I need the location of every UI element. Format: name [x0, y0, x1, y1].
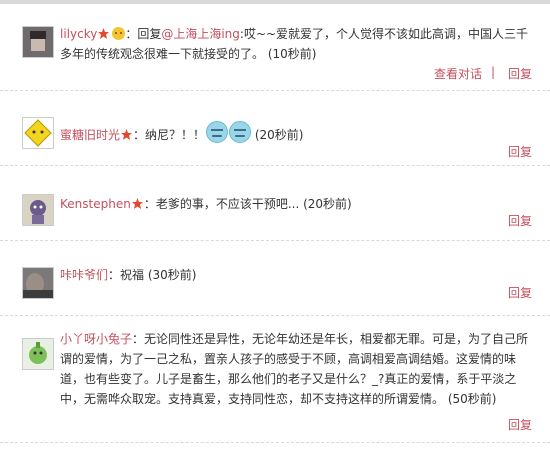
username-link[interactable]: lilycky: [60, 27, 97, 41]
comment-prefix: ：回复: [125, 27, 162, 41]
view-conversation-link[interactable]: 查看对话: [434, 65, 482, 82]
smiley-icon: [112, 27, 126, 40]
vip-badge-icon: [98, 28, 110, 39]
avatar[interactable]: [22, 194, 54, 226]
reply-link[interactable]: 回复: [508, 284, 532, 301]
reply-link[interactable]: 回复: [508, 143, 532, 160]
comment-item: 小丫呀小兔子：无论同性还是异性，无论年幼还是年长，相爱都无罪。可是，为了自己所谓…: [0, 316, 550, 443]
username-link[interactable]: 蜜糖旧时光: [60, 128, 120, 142]
comment-item: 蜜糖旧时光 ：纳尼？！！ (20秒前) 回复: [0, 91, 550, 166]
avatar[interactable]: [22, 26, 54, 58]
comment-content: Kenstephen ：老爹的事，不应该干预吧... (20秒前): [60, 194, 532, 214]
reply-link[interactable]: 回复: [508, 65, 532, 82]
username-link[interactable]: Kenstephen: [60, 197, 131, 211]
sleepy-emoji-icon: [206, 121, 229, 143]
timestamp: (50秒前): [447, 392, 497, 406]
username-link[interactable]: 小丫呀小兔子: [60, 332, 132, 346]
comment-content: 蜜糖旧时光 ：纳尼？！！ (20秒前): [60, 121, 532, 145]
comment-text: ：老爹的事，不应该干预吧...: [143, 197, 300, 211]
reply-link[interactable]: 回复: [508, 416, 532, 433]
avatar[interactable]: [22, 338, 54, 370]
comment-text: ：祝福: [108, 268, 145, 282]
link-separator: |: [491, 65, 496, 79]
comment-content: 小丫呀小兔子：无论同性还是异性，无论年幼还是年长，相爱都无罪。可是，为了自己所谓…: [60, 329, 532, 409]
avatar[interactable]: [22, 267, 54, 299]
timestamp: (30秒前): [147, 268, 197, 282]
comment-content: lilycky ：回复@上海上海ing:哎~~爱就爱了，个人觉得不该如此高调，中国…: [60, 24, 532, 64]
timestamp: (20秒前): [303, 197, 352, 211]
mention-link[interactable]: @上海上海ing: [161, 27, 240, 41]
sleepy-emoji-icon: [229, 121, 252, 143]
comment-text: ：纳尼？！！: [133, 128, 206, 142]
vip-badge-icon: [121, 129, 133, 140]
comment-item: 咔咔爷们：祝福 (30秒前) 回复: [0, 241, 550, 316]
top-border: [0, 0, 550, 4]
vip-badge-icon: [131, 198, 143, 209]
timestamp: (10秒前): [267, 47, 317, 61]
timestamp: (20秒前): [254, 128, 304, 142]
avatar[interactable]: [22, 117, 54, 149]
comment-item: Kenstephen ：老爹的事，不应该干预吧... (20秒前) 回复: [0, 166, 550, 241]
comment-item: lilycky ：回复@上海上海ing:哎~~爱就爱了，个人觉得不该如此高调，中国…: [0, 6, 550, 91]
comment-content: 咔咔爷们：祝福 (30秒前): [60, 265, 532, 285]
reply-link[interactable]: 回复: [508, 212, 532, 229]
username-link[interactable]: 咔咔爷们: [60, 268, 108, 282]
